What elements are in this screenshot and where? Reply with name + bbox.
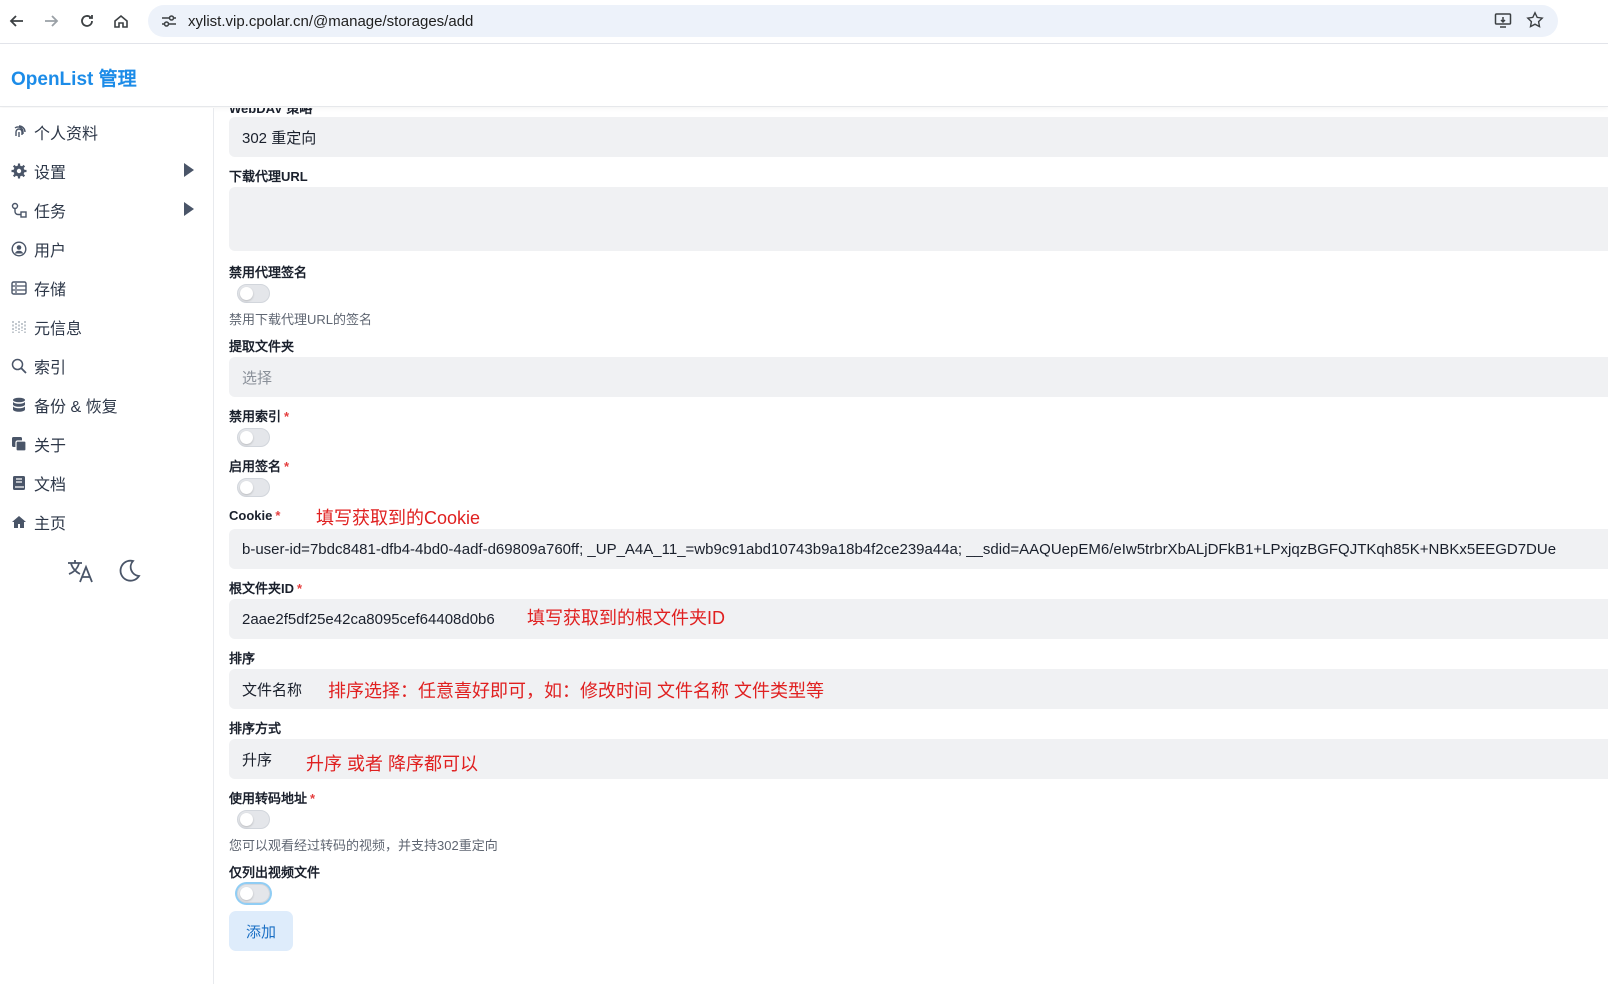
disable-index-label-text: 禁用索引	[229, 409, 282, 424]
translate-icon[interactable]	[66, 558, 94, 589]
meta-icon	[10, 320, 28, 334]
download-proxy-url-textarea[interactable]	[229, 187, 1608, 251]
app-header: OpenList 管理	[0, 44, 1608, 107]
bookmark-star-icon[interactable]	[1526, 11, 1544, 34]
use-transcode-label: 使用转码地址 *	[229, 788, 315, 807]
use-transcode-help: 您可以观看经过转码的视频，并支持302重定向	[229, 838, 498, 853]
disable-proxy-sign-switch[interactable]	[237, 284, 270, 303]
sidebar-item-settings[interactable]: 设置	[0, 151, 214, 190]
only-video-switch[interactable]	[237, 884, 270, 903]
add-button[interactable]: 添加	[229, 911, 293, 951]
expand-arrow-icon[interactable]	[184, 202, 194, 216]
download-proxy-url-label: 下载代理URL	[229, 169, 308, 184]
extract-folder-select[interactable]: 选择	[229, 357, 1608, 397]
database-icon	[10, 397, 28, 413]
dark-mode-icon[interactable]	[116, 558, 142, 589]
cookie-annotation: 填写获取到的Cookie	[316, 508, 481, 528]
use-transcode-switch[interactable]	[237, 810, 270, 829]
enable-sign-label-text: 启用签名	[229, 459, 282, 474]
sidebar-item-storage[interactable]: 存储	[0, 268, 214, 307]
sidebar-item-label: 用户	[34, 242, 67, 260]
copy-icon	[10, 436, 28, 452]
webdav-policy-value: 302 重定向	[242, 129, 317, 147]
user-icon	[10, 240, 28, 257]
sidebar-item-home[interactable]: 主页	[0, 502, 214, 541]
disable-index-switch[interactable]	[237, 428, 270, 447]
extract-folder-placeholder: 选择	[242, 369, 273, 387]
sidebar-item-label: 关于	[34, 437, 67, 455]
direction-annotation: 升序 或者 降序都可以	[306, 754, 479, 774]
install-app-icon[interactable]	[1494, 11, 1512, 34]
disable-index-label: 禁用索引 *	[229, 406, 289, 425]
task-icon	[10, 202, 28, 218]
fingerprint-icon	[10, 124, 28, 139]
search-icon	[10, 358, 28, 374]
storage-form: WebDAV 策略 302 重定向 下载代理URL 禁用代理签名 禁用下载代理U…	[215, 108, 1608, 984]
order-by-value: 文件名称	[242, 681, 303, 699]
order-annotation: 排序选择：任意喜好即可，如：修改时间 文件名称 文件类型等	[328, 681, 824, 701]
sidebar-item-label: 任务	[34, 203, 67, 221]
webdav-policy-select[interactable]: 302 重定向	[229, 117, 1608, 157]
disable-proxy-sign-help: 禁用下载代理URL的签名	[229, 312, 373, 327]
sidebar-item-about[interactable]: 关于	[0, 424, 214, 463]
sidebar-item-label: 索引	[34, 359, 67, 377]
use-transcode-label-text: 使用转码地址	[229, 791, 308, 806]
disable-proxy-sign-label: 禁用代理签名	[229, 265, 308, 280]
forward-icon[interactable]	[34, 4, 68, 38]
sidebar-item-index[interactable]: 索引	[0, 346, 214, 385]
home-icon	[10, 515, 28, 529]
cookie-label-text: Cookie	[229, 508, 273, 523]
webdav-policy-label: WebDAV 策略	[229, 108, 313, 116]
order-direction-label: 排序方式	[229, 721, 282, 736]
sidebar-item-label: 存储	[34, 281, 67, 299]
sidebar-item-profile[interactable]: 个人资料	[0, 112, 214, 151]
required-mark: *	[310, 791, 316, 806]
enable-sign-label: 启用签名 *	[229, 456, 289, 475]
order-direction-value: 升序	[242, 751, 273, 769]
cookie-input[interactable]: b-user-id=7bdc8481-dfb4-4bd0-4adf-d69809…	[229, 529, 1608, 569]
sidebar-item-label: 设置	[34, 164, 67, 182]
app-title[interactable]: OpenList 管理	[11, 64, 137, 91]
sidebar-item-meta[interactable]: 元信息	[0, 307, 214, 346]
enable-sign-switch[interactable]	[237, 478, 270, 497]
back-icon[interactable]	[0, 4, 34, 38]
site-settings-icon[interactable]	[154, 14, 184, 28]
sidebar-item-label: 文档	[34, 476, 67, 494]
root-id-annotation: 填写获取到的根文件夹ID	[527, 608, 725, 628]
storage-icon	[10, 280, 28, 295]
required-mark: *	[284, 459, 290, 474]
root-folder-id-label-text: 根文件夹ID	[229, 581, 295, 596]
home-page-icon[interactable]	[104, 4, 138, 38]
reload-icon[interactable]	[70, 4, 104, 38]
root-folder-id-label: 根文件夹ID *	[229, 578, 302, 597]
address-bar[interactable]: xylist.vip.cpolar.cn/@manage/storages/ad…	[148, 5, 1558, 37]
sidebar-tools	[66, 558, 142, 589]
order-by-label: 排序	[229, 651, 256, 666]
url-text: xylist.vip.cpolar.cn/@manage/storages/ad…	[188, 12, 474, 30]
required-mark: *	[284, 409, 290, 424]
extract-folder-label: 提取文件夹	[229, 339, 295, 354]
required-mark: *	[297, 581, 303, 596]
root-folder-id-value: 2aae2f5df25e42ca8095cef64408d0b6	[242, 610, 495, 628]
only-video-label: 仅列出视频文件	[229, 865, 321, 880]
sidebar-item-users[interactable]: 用户	[0, 229, 214, 268]
sidebar-item-label: 个人资料	[34, 125, 99, 143]
cookie-label: Cookie *	[229, 508, 280, 523]
cookie-value: b-user-id=7bdc8481-dfb4-4bd0-4adf-d69809…	[242, 540, 1557, 558]
sidebar: 个人资料 设置 任务 用户 存储 元信息 索引 备份 & 恢复 关于 文档 主页	[0, 108, 214, 984]
sidebar-item-label: 元信息	[34, 320, 83, 338]
sidebar-item-docs[interactable]: 文档	[0, 463, 214, 502]
required-mark: *	[275, 508, 281, 523]
sidebar-item-tasks[interactable]: 任务	[0, 190, 214, 229]
sidebar-item-backup-restore[interactable]: 备份 & 恢复	[0, 385, 214, 424]
sidebar-item-label: 主页	[34, 515, 67, 533]
sidebar-item-label: 备份 & 恢复	[34, 398, 118, 416]
gear-icon	[10, 163, 28, 179]
expand-arrow-icon[interactable]	[184, 163, 194, 177]
browser-toolbar: xylist.vip.cpolar.cn/@manage/storages/ad…	[0, 0, 1608, 44]
root-folder-id-input[interactable]: 2aae2f5df25e42ca8095cef64408d0b6	[229, 599, 1608, 639]
book-icon	[10, 475, 28, 491]
